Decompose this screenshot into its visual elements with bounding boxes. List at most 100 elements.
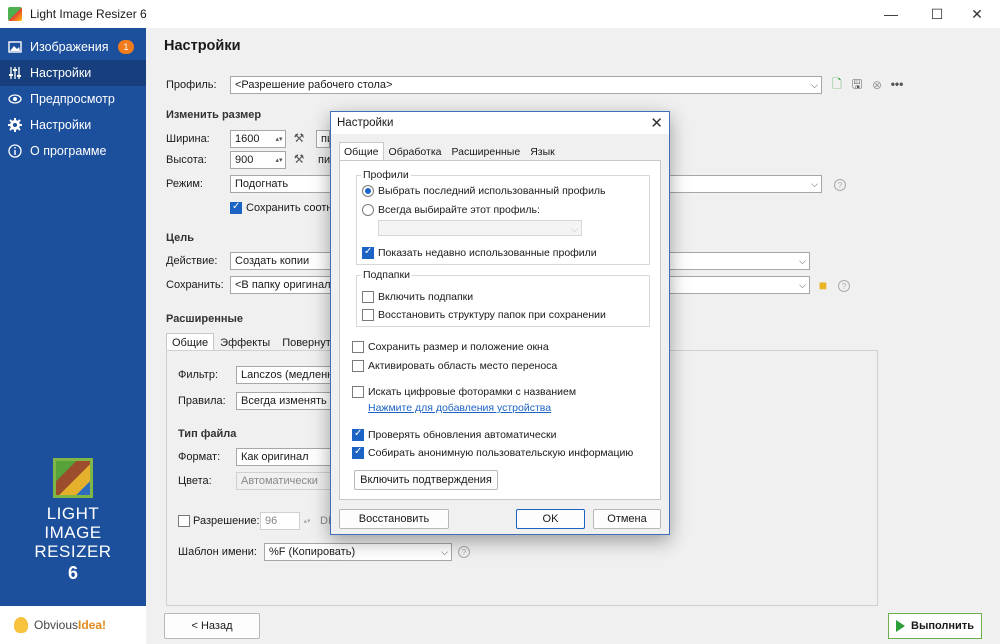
add-device-link[interactable]: Нажмите для добавления устройства xyxy=(368,402,551,414)
height-unit: пи xyxy=(318,154,331,166)
activate-drop-checkbox[interactable] xyxy=(352,360,364,372)
rule-select[interactable]: Всегда изменять раз xyxy=(236,392,332,410)
tab-processing[interactable]: Обработка xyxy=(384,142,447,161)
search-frames-checkbox[interactable] xyxy=(352,386,364,398)
colors-select[interactable]: Автоматически xyxy=(236,472,332,490)
profile-label: Профиль: xyxy=(166,79,217,91)
mode-label: Режим: xyxy=(166,178,203,190)
filter-label: Фильтр: xyxy=(178,369,219,381)
magic-wand-icon[interactable]: ⚒ xyxy=(292,152,306,166)
width-stepper[interactable]: ▴▾ xyxy=(272,132,286,146)
folder-icon[interactable]: ■ xyxy=(816,277,830,293)
sidebar-item-label: Настройки xyxy=(30,66,92,80)
show-recent-checkbox[interactable] xyxy=(362,246,374,259)
settings-dialog: Настройки ✕ Общие Обработка Расширенные … xyxy=(330,111,670,535)
tab-language[interactable]: Язык xyxy=(525,142,560,161)
restore-button[interactable]: Восстановить xyxy=(339,509,449,529)
enable-confirmations-button[interactable]: Включить подтверждения xyxy=(354,470,498,490)
sidebar: Изображения 1 Настройки Предпросмотр Нас… xyxy=(0,28,146,644)
sidebar-item-preview[interactable]: Предпросмотр xyxy=(0,86,146,112)
bulb-icon xyxy=(14,617,28,633)
filter-select[interactable]: Lanczos (медленно, xyxy=(236,366,332,384)
height-stepper[interactable]: ▴▾ xyxy=(272,153,286,167)
sidebar-item-about[interactable]: О программе xyxy=(0,138,146,164)
ok-button[interactable]: OK xyxy=(516,509,585,529)
close-button[interactable]: ✕ xyxy=(954,0,1000,28)
delete-profile-icon[interactable]: ⊗ xyxy=(870,78,884,92)
collect-info-checkbox[interactable] xyxy=(352,446,364,459)
radio-last-profile[interactable] xyxy=(362,185,374,197)
mode-value: Подогнать xyxy=(235,178,289,190)
run-button[interactable]: Выполнить xyxy=(888,613,982,639)
help-icon[interactable]: ? xyxy=(838,280,850,292)
show-recent-label: Показать недавно использованные профили xyxy=(378,247,597,259)
colors-value: Автоматически xyxy=(241,475,318,487)
sidebar-item-label: О программе xyxy=(30,144,107,158)
name-template-label: Шаблон имени: xyxy=(178,546,257,558)
save-window-checkbox[interactable] xyxy=(352,341,364,353)
more-icon[interactable]: ••• xyxy=(890,77,904,91)
chevron-down-icon: ⌵ xyxy=(799,280,806,290)
resolution-label: Разрешение: xyxy=(193,515,260,527)
resolution-stepper[interactable]: ▴▾ xyxy=(300,514,314,528)
chevron-down-icon: ⌵ xyxy=(799,256,806,266)
restore-structure-checkbox[interactable] xyxy=(362,309,374,321)
magic-wand-icon[interactable]: ⚒ xyxy=(292,131,306,145)
sliders-icon xyxy=(8,66,22,80)
gear-icon xyxy=(8,118,22,132)
collect-info-label: Собирать анонимную пользовательскую инфо… xyxy=(368,447,634,459)
name-template-select[interactable]: %F (Копировать) ⌵ xyxy=(264,543,452,561)
resize-section-title: Изменить размер xyxy=(166,109,262,121)
profile-choice-select[interactable]: ⌵ xyxy=(378,220,582,236)
help-icon[interactable]: ? xyxy=(458,546,470,558)
advanced-section-title: Расширенные xyxy=(166,313,243,325)
brand-suffix: Idea! xyxy=(78,618,107,632)
check-updates-checkbox[interactable] xyxy=(352,428,364,441)
chevron-down-icon: ⌵ xyxy=(441,547,448,557)
chevron-down-icon: ⌵ xyxy=(571,224,578,234)
resolution-checkbox[interactable] xyxy=(178,515,190,527)
profiles-group-title: Профили xyxy=(361,169,411,181)
include-subfolders-checkbox[interactable] xyxy=(362,291,374,303)
keep-ratio-checkbox[interactable] xyxy=(230,201,242,214)
subfolders-group-title: Подпапки xyxy=(361,269,412,281)
profile-select[interactable]: <Разрешение рабочего стола> ⌵ xyxy=(230,76,822,94)
sidebar-item-app-settings[interactable]: Настройки xyxy=(0,112,146,138)
close-icon[interactable]: ✕ xyxy=(650,114,663,132)
width-unit-select[interactable]: пи xyxy=(316,130,330,148)
height-label: Высота: xyxy=(166,154,207,166)
dialog-body: Профили Выбрать последний использованный… xyxy=(339,160,661,500)
chevron-down-icon: ⌵ xyxy=(811,179,818,189)
save-label: Сохранить: xyxy=(166,279,224,291)
colors-label: Цвета: xyxy=(178,475,212,487)
tab-general[interactable]: Общие xyxy=(339,142,384,161)
filetype-section-title: Тип файла xyxy=(178,428,237,440)
sidebar-item-settings[interactable]: Настройки xyxy=(0,60,146,86)
rule-value: Всегда изменять раз xyxy=(241,395,331,407)
help-icon[interactable]: ? xyxy=(834,179,846,191)
brand-logo[interactable]: Obvious Idea! xyxy=(0,606,146,644)
minimize-button[interactable]: — xyxy=(868,0,914,28)
format-select[interactable]: Как оригинал xyxy=(236,448,332,466)
radio-always-profile[interactable] xyxy=(362,204,374,216)
activate-drop-label: Активировать область место переноса xyxy=(368,360,558,372)
logo-line: IMAGE xyxy=(44,523,102,542)
app-logo: LIGHT IMAGE RESIZER 6 xyxy=(0,458,146,584)
chevron-down-icon: ⌵ xyxy=(811,80,818,90)
height-value: 900 xyxy=(235,154,254,166)
cancel-button[interactable]: Отмена xyxy=(593,509,661,529)
resolution-input[interactable]: 96 xyxy=(260,512,300,530)
dialog-title-bar: Настройки ✕ xyxy=(331,112,669,134)
tab-advanced[interactable]: Расширенные xyxy=(447,142,526,161)
sidebar-item-images[interactable]: Изображения 1 xyxy=(0,34,146,60)
play-icon xyxy=(896,620,905,632)
bottom-bar xyxy=(146,606,1000,644)
save-profile-icon[interactable]: 🖫 xyxy=(850,77,864,92)
name-template-value: %F (Копировать) xyxy=(269,546,356,558)
profile-value: <Разрешение рабочего стола> xyxy=(235,79,393,91)
title-bar: Light Image Resizer 6 — ☐ ✕ xyxy=(0,0,1000,28)
eye-icon xyxy=(8,92,22,106)
new-profile-icon[interactable]: 🗋 xyxy=(830,77,844,92)
back-button[interactable]: < Назад xyxy=(164,613,260,639)
window-title: Light Image Resizer 6 xyxy=(30,7,147,21)
